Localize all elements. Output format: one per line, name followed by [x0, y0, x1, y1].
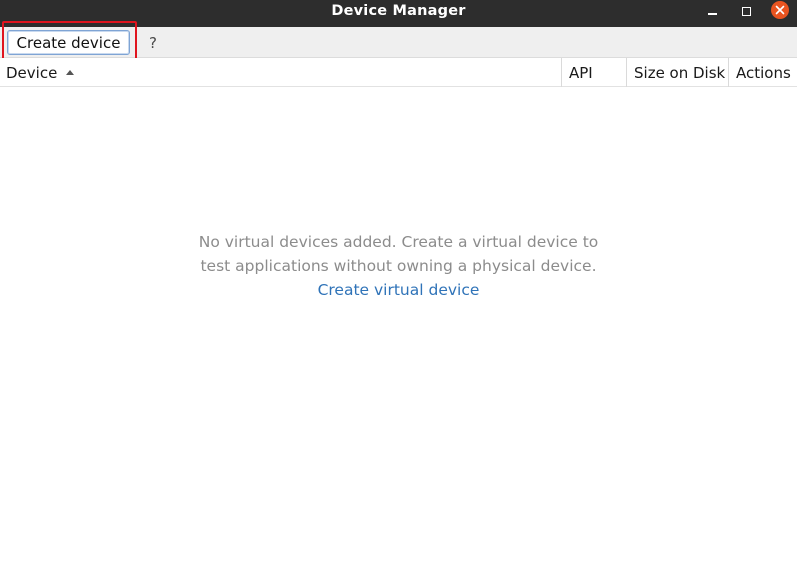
close-icon — [771, 1, 789, 19]
column-header-device-label: Device — [6, 63, 58, 82]
empty-state: No virtual devices added. Create a virtu… — [0, 231, 797, 302]
close-button[interactable] — [770, 0, 790, 22]
column-divider[interactable] — [626, 58, 627, 87]
column-header-size-on-disk[interactable]: Size on Disk — [634, 58, 725, 87]
column-header-api-label: API — [569, 63, 593, 82]
create-virtual-device-link[interactable]: Create virtual device — [318, 279, 480, 302]
column-divider[interactable] — [561, 58, 562, 87]
maximize-button[interactable] — [736, 0, 756, 22]
toolbar: Create device ? — [0, 27, 797, 58]
sort-ascending-icon — [66, 69, 75, 75]
create-device-button[interactable]: Create device — [7, 30, 130, 55]
help-button[interactable]: ? — [145, 30, 161, 55]
column-header-actions[interactable]: Actions — [736, 58, 791, 87]
column-divider[interactable] — [728, 58, 729, 87]
empty-state-message: No virtual devices added. Create a virtu… — [198, 233, 599, 275]
table-header: Device API Size on Disk Actions — [0, 58, 797, 87]
window-title: Device Manager — [331, 3, 466, 19]
minimize-button[interactable] — [702, 0, 722, 22]
maximize-icon — [741, 6, 751, 16]
column-header-api[interactable]: API — [569, 58, 593, 87]
column-header-size-label: Size on Disk — [634, 63, 726, 82]
minimize-icon — [707, 13, 717, 15]
column-header-actions-label: Actions — [736, 63, 791, 82]
column-header-device[interactable]: Device — [6, 58, 75, 87]
window-titlebar: Device Manager — [0, 0, 797, 27]
